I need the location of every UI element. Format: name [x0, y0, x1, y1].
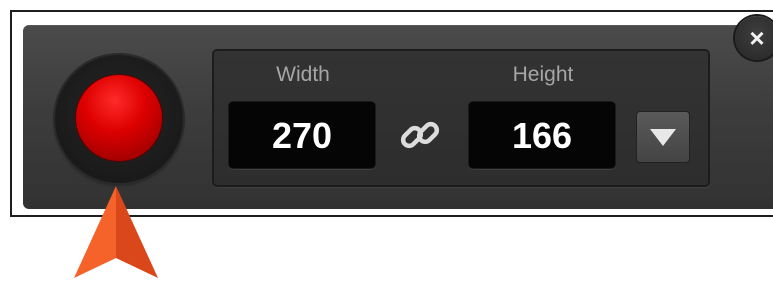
height-field[interactable]: 166: [468, 101, 616, 169]
close-button[interactable]: ×: [735, 16, 773, 60]
capture-stage: Width Height 270 166 ×: [0, 0, 773, 284]
chain-link-icon[interactable]: [398, 113, 442, 157]
close-icon: ×: [749, 23, 765, 53]
size-presets-dropdown-button[interactable]: [636, 111, 690, 163]
width-field[interactable]: 270: [228, 101, 376, 169]
height-label: Height: [512, 63, 574, 86]
width-label: Width: [276, 63, 330, 86]
orange-arrow-pointer-icon: [74, 186, 158, 278]
record-icon: [76, 75, 162, 161]
dimensions-panel: Width Height 270 166: [212, 49, 710, 187]
triangle-down-icon: [650, 129, 676, 146]
record-button[interactable]: [55, 55, 183, 183]
